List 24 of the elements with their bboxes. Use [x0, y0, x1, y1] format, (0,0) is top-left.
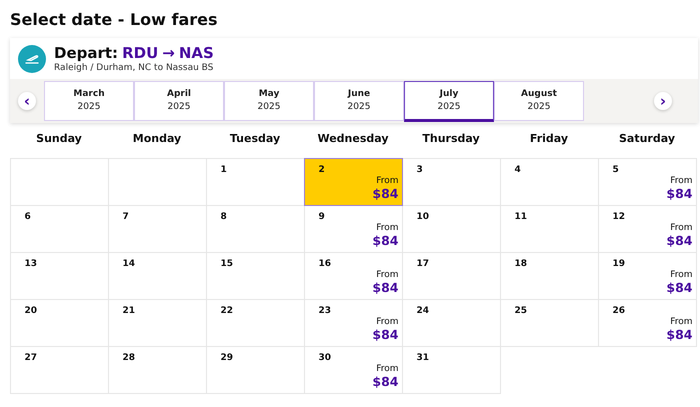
weekday-label: Tuesday [230, 132, 280, 145]
month-tab[interactable]: May 2025 [224, 80, 314, 120]
calendar-day[interactable]: 5 From $84 [598, 158, 696, 206]
route-title: Depart: RDU → NAS [54, 44, 214, 62]
month-tab[interactable]: April 2025 [134, 80, 224, 120]
page-title: Select date - Low fares [10, 10, 219, 29]
month-tab[interactable]: June 2025 [314, 80, 404, 120]
calendar-day[interactable]: 26 From $84 [598, 298, 696, 346]
next-button[interactable]: › [654, 92, 672, 110]
weekday-label: Sunday [36, 132, 82, 145]
month-tab[interactable]: March 2025 [44, 80, 134, 120]
weekday-label: Saturday [619, 132, 675, 145]
weekday-label: Monday [132, 132, 182, 145]
weekday-label: Wednesday [317, 132, 389, 145]
plane-icon [18, 44, 46, 72]
route-subtitle: Raleigh / Durham, NC to Nassau BS [54, 63, 214, 73]
previous-button[interactable]: ‹ [18, 92, 36, 110]
month-tab[interactable]: July 2025 [404, 80, 494, 122]
calendar-day[interactable]: 27 [10, 346, 108, 394]
month-tab[interactable]: August 2025 [494, 80, 584, 120]
calendar-day[interactable]: 31 [402, 346, 500, 394]
calendar-day[interactable]: 2 From $84 [304, 158, 402, 206]
weekday-label: Thursday [422, 132, 480, 145]
weekday-label: Friday [530, 132, 568, 145]
